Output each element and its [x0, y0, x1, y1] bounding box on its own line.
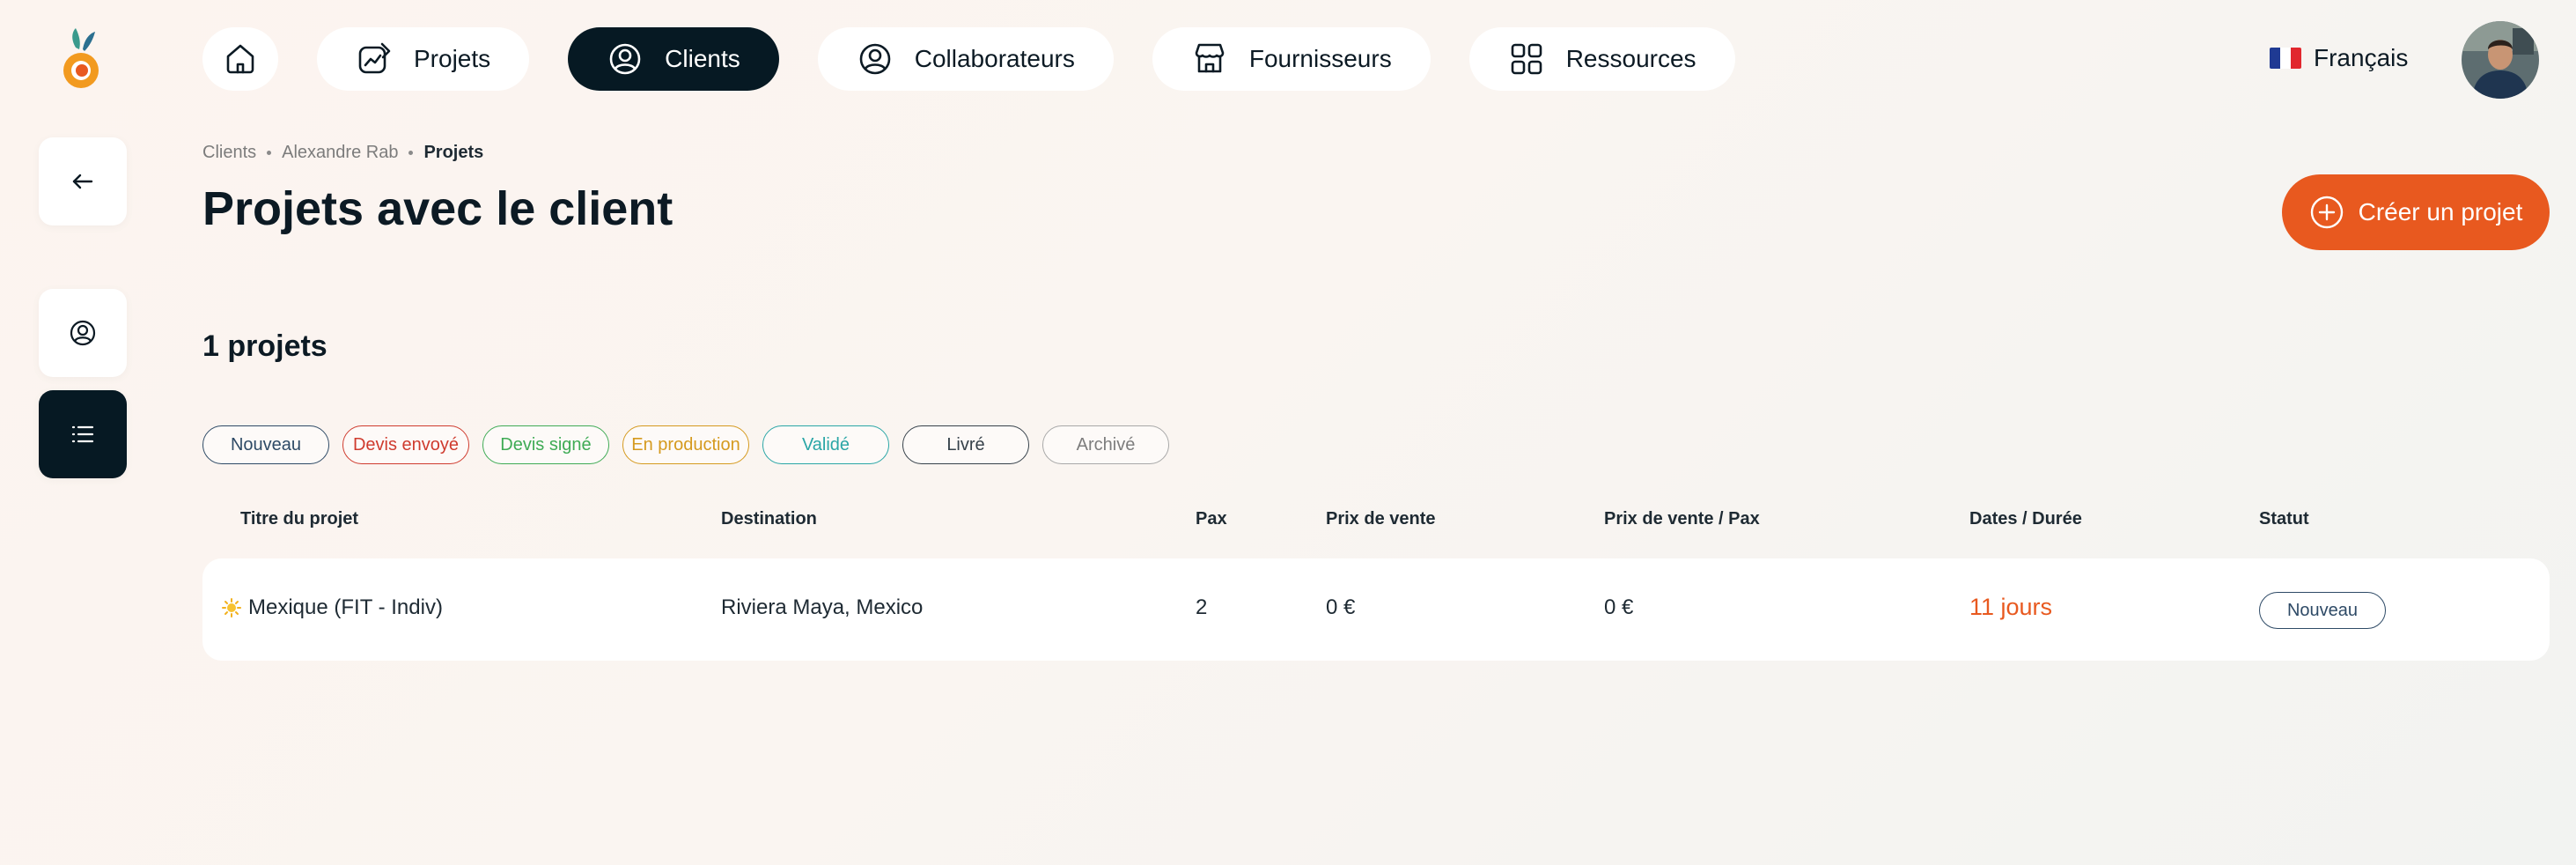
- column-header-price[interactable]: Prix de vente: [1326, 509, 1436, 529]
- projects-icon: [358, 42, 391, 74]
- pax-cell: 2: [1196, 595, 1208, 619]
- arrow-left-icon: [72, 174, 93, 189]
- store-icon: [1195, 43, 1225, 73]
- nav-label: Collaborateurs: [914, 45, 1075, 72]
- nav-label: Projets: [414, 45, 491, 72]
- filter-livre[interactable]: Livré: [902, 425, 1029, 464]
- user-circle-icon: [70, 320, 96, 346]
- project-count: 1 projets: [202, 329, 328, 363]
- nav-clients[interactable]: Clients: [568, 27, 779, 91]
- app-logo[interactable]: [58, 28, 106, 92]
- nav-label: Clients: [665, 45, 740, 72]
- breadcrumb-separator: [408, 151, 414, 155]
- user-avatar[interactable]: [2462, 21, 2539, 99]
- column-header-status[interactable]: Statut: [2259, 509, 2309, 529]
- client-profile-button[interactable]: [39, 289, 127, 377]
- top-navigation: Projets Clients Collaborateurs Fournisse…: [202, 27, 1735, 91]
- price-cell: 0 €: [1326, 595, 1356, 619]
- nav-label: Ressources: [1565, 45, 1696, 72]
- breadcrumb-separator: [267, 151, 272, 155]
- breadcrumb-current: Projets: [423, 143, 484, 162]
- breadcrumb-clients[interactable]: Clients: [202, 143, 256, 163]
- filter-en-production[interactable]: En production: [622, 425, 749, 464]
- nav-home[interactable]: [202, 27, 278, 91]
- filter-devis-envoye[interactable]: Devis envoyé: [342, 425, 469, 464]
- project-title-cell: Mexique (FIT - Indiv): [222, 595, 443, 620]
- column-header-pax[interactable]: Pax: [1196, 509, 1227, 529]
- filter-archive[interactable]: Archivé: [1042, 425, 1169, 464]
- column-header-price-per-pax[interactable]: Prix de vente / Pax: [1604, 509, 1760, 529]
- create-project-label: Créer un projet: [2358, 198, 2523, 225]
- nav-ressources[interactable]: Ressources: [1468, 27, 1735, 91]
- user-icon: [859, 43, 891, 75]
- price-per-pax-cell: 0 €: [1604, 595, 1634, 619]
- destination-cell: Riviera Maya, Mexico: [721, 595, 924, 619]
- status-badge: Nouveau: [2259, 592, 2386, 629]
- french-flag-icon: [2270, 48, 2301, 69]
- client-projects-button[interactable]: [39, 390, 127, 478]
- list-icon: [71, 425, 94, 443]
- sun-icon: [222, 598, 241, 617]
- nav-label: Fournisseurs: [1248, 45, 1392, 72]
- home-icon: [226, 44, 254, 74]
- filter-valide[interactable]: Validé: [762, 425, 889, 464]
- language-selector[interactable]: Français: [2270, 44, 2408, 72]
- column-header-title[interactable]: Titre du projet: [240, 509, 358, 529]
- status-filters: Nouveau Devis envoyé Devis signé En prod…: [202, 425, 1169, 464]
- plus-circle-icon: [2310, 196, 2343, 229]
- nav-projets[interactable]: Projets: [317, 27, 530, 91]
- column-header-dates[interactable]: Dates / Durée: [1969, 509, 2082, 529]
- nav-collaborateurs[interactable]: Collaborateurs: [817, 27, 1114, 91]
- breadcrumb: Clients Alexandre Rab Projets: [202, 143, 483, 163]
- breadcrumb-client-name[interactable]: Alexandre Rab: [282, 143, 398, 163]
- project-title: Mexique (FIT - Indiv): [248, 595, 443, 619]
- table-row[interactable]: Mexique (FIT - Indiv) Riviera Maya, Mexi…: [202, 558, 2550, 661]
- language-label: Français: [2314, 44, 2409, 71]
- nav-fournisseurs[interactable]: Fournisseurs: [1152, 27, 1431, 91]
- create-project-button[interactable]: Créer un projet: [2282, 174, 2550, 250]
- duration-cell: 11 jours: [1969, 594, 2053, 620]
- back-button[interactable]: [39, 137, 127, 225]
- grid-icon: [1511, 43, 1542, 75]
- column-header-destination[interactable]: Destination: [721, 509, 817, 529]
- client-icon: [609, 43, 641, 75]
- filter-nouveau[interactable]: Nouveau: [202, 425, 329, 464]
- page-title: Projets avec le client: [202, 182, 673, 235]
- filter-devis-signe[interactable]: Devis signé: [482, 425, 609, 464]
